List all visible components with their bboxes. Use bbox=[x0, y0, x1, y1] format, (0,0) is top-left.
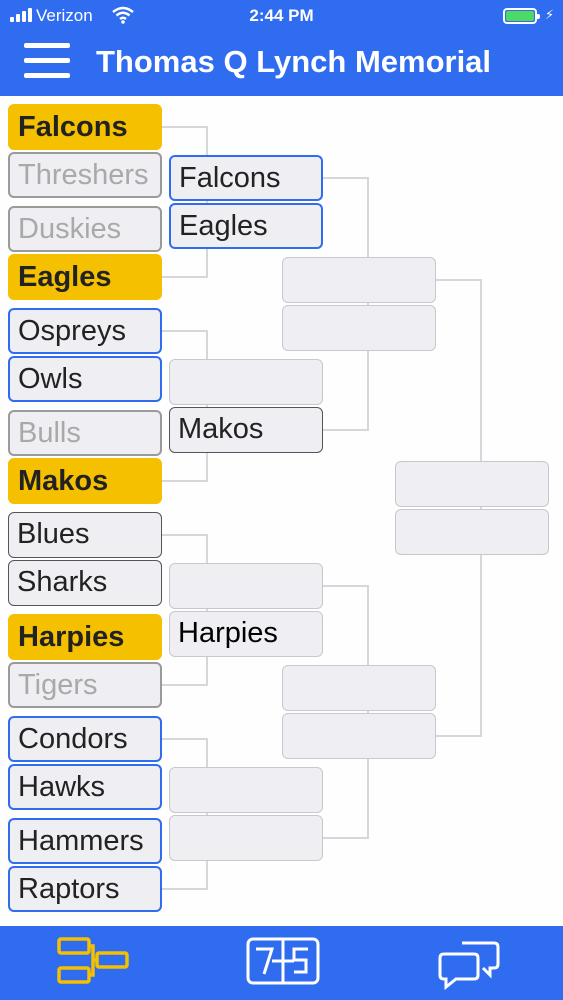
bracket-slot-r1-8[interactable]: Makos bbox=[8, 458, 162, 504]
bracket-slot-r1-2[interactable]: Threshers bbox=[8, 152, 162, 198]
bracket-slot-r1-6[interactable]: Owls bbox=[8, 356, 162, 402]
bracket-slot-r1-12[interactable]: Tigers bbox=[8, 662, 162, 708]
chat-bubbles-icon bbox=[438, 941, 500, 991]
bracket-slot-r3-2[interactable] bbox=[282, 305, 436, 351]
bracket-slot-r1-5[interactable]: Ospreys bbox=[8, 308, 162, 354]
bracket-slot-r1-11[interactable]: Harpies bbox=[8, 614, 162, 660]
menu-button[interactable] bbox=[24, 43, 70, 81]
tab-bracket[interactable] bbox=[53, 936, 133, 990]
connector-r3-1 bbox=[436, 279, 482, 737]
bracket-slot-r4-2[interactable] bbox=[395, 509, 549, 555]
bracket-slot-r1-15[interactable]: Hammers bbox=[8, 818, 162, 864]
bracket-slot-r1-1[interactable]: Falcons bbox=[8, 104, 162, 150]
bracket-slot-r1-9[interactable]: Blues bbox=[8, 512, 162, 558]
bracket-slot-r2-2[interactable]: Eagles bbox=[169, 203, 323, 249]
bracket-slot-r2-1[interactable]: Falcons bbox=[169, 155, 323, 201]
scoreboard-icon bbox=[246, 937, 320, 985]
bracket-slot-r2-7[interactable] bbox=[169, 767, 323, 813]
bracket-slot-r1-13[interactable]: Condors bbox=[8, 716, 162, 762]
tournament-bracket: Falcons Threshers Duskies Eagles Ospreys Owls… bbox=[0, 96, 563, 926]
connector-r1-3 bbox=[162, 534, 208, 686]
page-title: Thomas Q Lynch Memorial bbox=[96, 44, 492, 79]
charging-bolt-icon: ⚡ bbox=[545, 7, 555, 22]
top-bar: Verizon 2:44 PM ⚡ Thomas Q Lynch Memoria… bbox=[0, 0, 563, 96]
connector-r2-2 bbox=[323, 585, 369, 839]
bracket-slot-r1-3[interactable]: Duskies bbox=[8, 206, 162, 252]
tab-bar bbox=[0, 926, 563, 1000]
bracket-slot-r2-8[interactable] bbox=[169, 815, 323, 861]
battery-icon bbox=[503, 8, 540, 24]
bracket-slot-r2-4[interactable]: Makos bbox=[169, 407, 323, 453]
bracket-slot-r4-1[interactable] bbox=[395, 461, 549, 507]
connector-r1-1 bbox=[162, 126, 208, 278]
connector-r1-4 bbox=[162, 738, 208, 890]
bracket-slot-r1-4[interactable]: Eagles bbox=[8, 254, 162, 300]
bracket-slot-r3-3[interactable] bbox=[282, 665, 436, 711]
bracket-slot-r1-10[interactable]: Sharks bbox=[8, 560, 162, 606]
bracket-icon bbox=[57, 937, 129, 984]
status-time: 2:44 PM bbox=[249, 6, 314, 25]
tab-scoreboard[interactable] bbox=[242, 936, 322, 990]
bracket-slot-r1-16[interactable]: Raptors bbox=[8, 866, 162, 912]
bracket-slot-r2-5[interactable] bbox=[169, 563, 323, 609]
bracket-slot-r3-1[interactable] bbox=[282, 257, 436, 303]
bracket-slot-r2-6[interactable]: Harpies bbox=[169, 611, 323, 657]
bracket-slot-r1-7[interactable]: Bulls bbox=[8, 410, 162, 456]
connector-r2-1 bbox=[323, 177, 369, 431]
bracket-slot-r1-14[interactable]: Hawks bbox=[8, 764, 162, 810]
connector-r1-2 bbox=[162, 330, 208, 482]
tab-chat[interactable] bbox=[432, 936, 512, 991]
bracket-slot-r3-4[interactable] bbox=[282, 713, 436, 759]
bracket-slot-r2-3[interactable] bbox=[169, 359, 323, 405]
